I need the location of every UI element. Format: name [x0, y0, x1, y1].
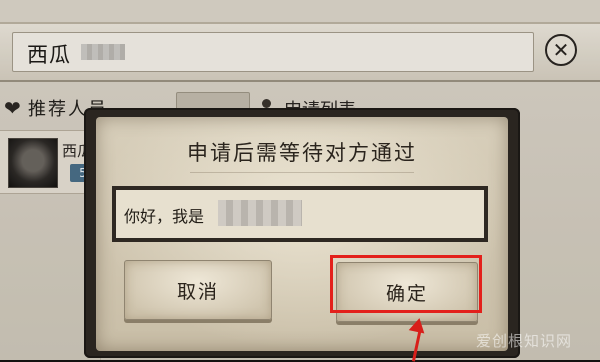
- confirm-highlight-box: [330, 255, 482, 313]
- cancel-button[interactable]: 取消: [124, 260, 272, 320]
- dialog-title: 申请后需等待对方通过: [187, 141, 417, 165]
- blurred-player-name: [218, 200, 302, 226]
- watermark: 爱创根知识网: [476, 332, 573, 350]
- title-divider: [190, 172, 414, 173]
- request-message-text: 你好，我是: [124, 207, 205, 226]
